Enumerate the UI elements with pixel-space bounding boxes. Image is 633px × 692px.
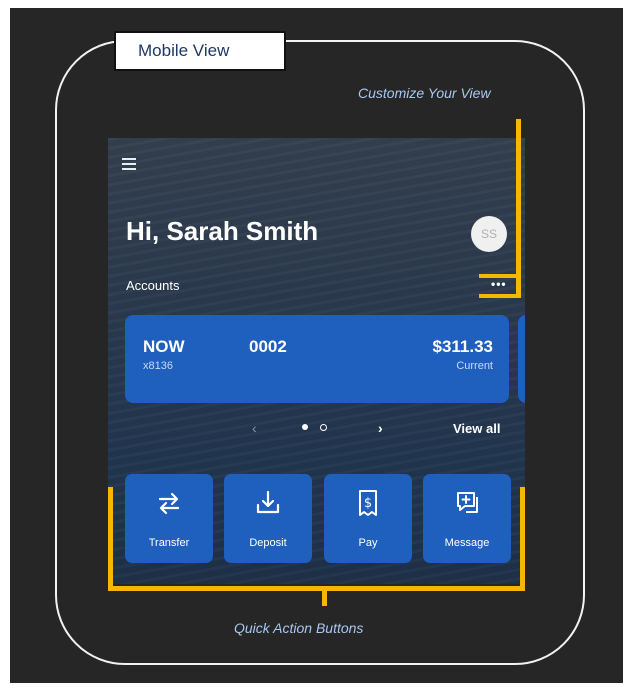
greeting-title: Hi, Sarah Smith bbox=[126, 216, 319, 246]
hamburger-menu-icon[interactable] bbox=[122, 158, 136, 173]
message-icon bbox=[457, 492, 478, 513]
svg-text:$: $ bbox=[364, 496, 372, 511]
deposit-icon bbox=[256, 490, 280, 514]
customize-annotation: Customize Your View bbox=[358, 85, 491, 101]
quick-actions-annotation: Quick Action Buttons bbox=[234, 620, 364, 636]
account-card[interactable]: NOW x8136 0002 $311.33 Current bbox=[125, 315, 509, 403]
pay-button[interactable]: $ Pay bbox=[324, 474, 412, 563]
chevron-left-icon[interactable]: ‹ bbox=[252, 420, 257, 436]
transfer-button[interactable]: Transfer bbox=[125, 474, 213, 563]
view-all-link[interactable]: View all bbox=[453, 421, 500, 436]
mobile-view-label: Mobile View bbox=[114, 31, 286, 71]
transfer-icon bbox=[158, 492, 180, 515]
pager-dot-active[interactable] bbox=[302, 424, 308, 430]
quick-actions-callout-line bbox=[322, 586, 327, 606]
customize-callout-top bbox=[479, 274, 521, 278]
account-number: 0002 bbox=[249, 337, 287, 356]
account-balance-type: Current bbox=[456, 360, 493, 372]
quick-actions-bracket-right bbox=[520, 487, 525, 590]
quick-actions-bracket-bottom bbox=[108, 586, 525, 591]
more-options-icon[interactable]: ••• bbox=[491, 277, 507, 291]
mobile-screen: Hi, Sarah Smith SS Accounts ••• NOW x813… bbox=[108, 138, 525, 584]
pager-dot-inactive[interactable] bbox=[320, 424, 327, 431]
customize-callout-line bbox=[516, 119, 521, 297]
transfer-label: Transfer bbox=[148, 537, 190, 549]
deposit-label: Deposit bbox=[249, 537, 287, 549]
message-button[interactable]: Message bbox=[423, 474, 511, 563]
customize-callout-bottom bbox=[479, 294, 521, 298]
account-masked-number: x8136 bbox=[143, 360, 173, 372]
avatar[interactable]: SS bbox=[471, 216, 507, 252]
message-label: Message bbox=[444, 537, 490, 549]
pay-bill-icon: $ bbox=[359, 490, 377, 516]
accounts-heading: Accounts bbox=[126, 278, 180, 293]
pay-label: Pay bbox=[358, 537, 378, 549]
chevron-right-icon[interactable]: › bbox=[378, 420, 383, 436]
next-account-card[interactable] bbox=[518, 315, 525, 403]
deposit-button[interactable]: Deposit bbox=[224, 474, 312, 563]
account-balance: $311.33 bbox=[432, 337, 493, 356]
account-name: NOW bbox=[143, 337, 185, 356]
quick-actions-bracket-left bbox=[108, 487, 113, 590]
